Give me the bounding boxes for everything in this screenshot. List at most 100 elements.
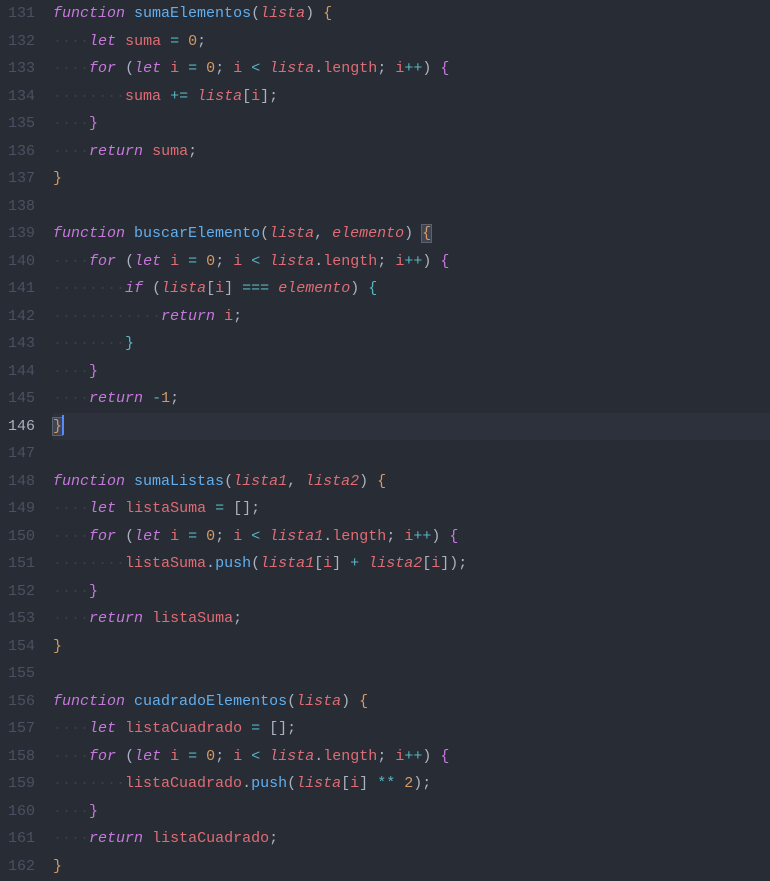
token-punct <box>260 528 269 545</box>
code-line[interactable]: ····return listaCuadrado; <box>53 825 770 853</box>
token-op: - <box>152 390 161 407</box>
token-punct <box>161 528 170 545</box>
token-punct: . <box>314 253 323 270</box>
token-kw: for <box>89 253 116 270</box>
token-punct <box>125 693 134 710</box>
token-kw: for <box>89 528 116 545</box>
token-punct: ; <box>215 528 233 545</box>
code-line[interactable]: ····let suma = 0; <box>53 28 770 56</box>
token-var: i <box>431 555 440 572</box>
token-punct: ( <box>125 60 134 77</box>
token-brace: } <box>53 418 62 435</box>
token-var: listaCuadrado <box>152 830 269 847</box>
code-line[interactable]: ····let listaCuadrado = []; <box>53 715 770 743</box>
token-punct: ; <box>458 555 467 572</box>
token-brace2: } <box>89 803 98 820</box>
token-brace2: { <box>449 528 458 545</box>
line-number: 142 <box>8 303 35 331</box>
code-editor[interactable]: 1311321331341351361371381391401411421431… <box>0 0 770 881</box>
token-ws: ···· <box>53 143 89 160</box>
code-line[interactable]: ····let listaSuma = []; <box>53 495 770 523</box>
token-num: 0 <box>188 33 197 50</box>
token-var: suma <box>125 33 161 50</box>
code-line[interactable] <box>53 660 770 688</box>
code-line[interactable]: function buscarElemento(lista, elemento)… <box>53 220 770 248</box>
token-punct <box>116 33 125 50</box>
token-punct <box>395 775 404 792</box>
token-brace2: } <box>89 583 98 600</box>
token-punct: ( <box>125 528 134 545</box>
code-line[interactable] <box>53 440 770 468</box>
token-var: i <box>215 280 224 297</box>
token-var: listaCuadrado <box>125 775 242 792</box>
line-number: 138 <box>8 193 35 221</box>
token-param: lista <box>296 693 341 710</box>
line-number-gutter: 1311321331341351361371381391401411421431… <box>0 0 53 881</box>
token-ws: ········ <box>53 775 125 792</box>
token-punct: [ <box>233 500 242 517</box>
code-line[interactable]: ····return -1; <box>53 385 770 413</box>
line-number: 158 <box>8 743 35 771</box>
token-kw: return <box>89 610 143 627</box>
token-var: i <box>233 748 242 765</box>
code-area[interactable]: function sumaElementos(lista) {····let s… <box>53 0 770 881</box>
token-ws: ···· <box>53 253 89 270</box>
token-punct <box>206 500 215 517</box>
code-line[interactable]: ····for (let i = 0; i < lista.length; i+… <box>53 55 770 83</box>
token-brace: } <box>53 638 62 655</box>
code-line[interactable]: ····return suma; <box>53 138 770 166</box>
code-line[interactable]: ····for (let i = 0; i < lista.length; i+… <box>53 743 770 771</box>
token-punct: ) <box>305 5 314 22</box>
line-number: 154 <box>8 633 35 661</box>
token-punct <box>116 720 125 737</box>
token-punct <box>197 748 206 765</box>
token-ws: ···· <box>53 500 89 517</box>
code-line[interactable]: ········} <box>53 330 770 358</box>
code-line[interactable]: ············return i; <box>53 303 770 331</box>
token-op: + <box>350 555 359 572</box>
token-punct <box>233 280 242 297</box>
token-brace: { <box>377 473 386 490</box>
token-ws: ········ <box>53 88 125 105</box>
code-line[interactable]: ········suma += lista[i]; <box>53 83 770 111</box>
code-line[interactable]: ········listaSuma.push(lista1[i] + lista… <box>53 550 770 578</box>
line-number: 141 <box>8 275 35 303</box>
token-punct <box>116 748 125 765</box>
code-line[interactable]: function cuadradoElementos(lista) { <box>53 688 770 716</box>
token-op: ++ <box>404 748 422 765</box>
code-line[interactable]: ····} <box>53 110 770 138</box>
token-punct: ] <box>242 500 251 517</box>
code-line[interactable]: ····return listaSuma; <box>53 605 770 633</box>
code-line[interactable] <box>53 193 770 221</box>
code-line[interactable]: ····for (let i = 0; i < lista.length; i+… <box>53 248 770 276</box>
token-var: i <box>395 253 404 270</box>
code-line[interactable]: } <box>53 413 770 441</box>
token-kw: let <box>89 500 116 517</box>
code-line[interactable]: } <box>53 165 770 193</box>
token-num: 2 <box>404 775 413 792</box>
token-kw: function <box>53 5 125 22</box>
code-line[interactable]: ········listaCuadrado.push(lista[i] ** 2… <box>53 770 770 798</box>
token-punct <box>116 60 125 77</box>
token-param: lista <box>260 5 305 22</box>
token-brace2: } <box>89 115 98 132</box>
token-param: lista1 <box>260 555 314 572</box>
code-line[interactable]: ····} <box>53 358 770 386</box>
code-line[interactable]: } <box>53 633 770 661</box>
code-line[interactable]: ····} <box>53 798 770 826</box>
code-line[interactable]: ········if (lista[i] === elemento) { <box>53 275 770 303</box>
token-punct <box>359 280 368 297</box>
token-punct <box>242 720 251 737</box>
token-punct <box>260 720 269 737</box>
code-line[interactable]: ····} <box>53 578 770 606</box>
token-brace: { <box>422 225 431 242</box>
token-kw: let <box>134 60 161 77</box>
code-line[interactable]: ····for (let i = 0; i < lista1.length; i… <box>53 523 770 551</box>
code-line[interactable]: function sumaListas(lista1, lista2) { <box>53 468 770 496</box>
code-line[interactable]: } <box>53 853 770 881</box>
token-punct <box>242 253 251 270</box>
code-line[interactable]: function sumaElementos(lista) { <box>53 0 770 28</box>
token-punct: ] <box>224 280 233 297</box>
token-punct: [ <box>341 775 350 792</box>
token-prop: length <box>332 528 386 545</box>
